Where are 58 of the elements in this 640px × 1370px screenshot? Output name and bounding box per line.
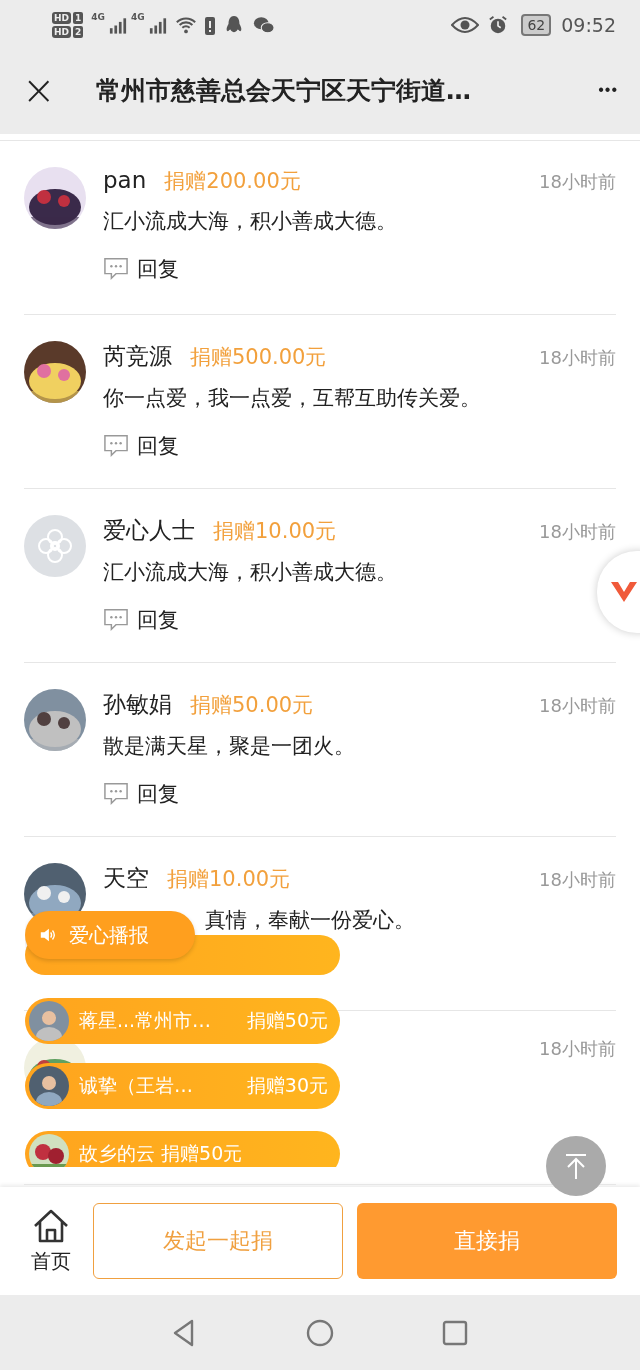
- donor-name: pan: [103, 167, 147, 193]
- broadcast-title: 爱心播报: [69, 921, 149, 949]
- signal-icon: [148, 16, 167, 34]
- comment-icon: [103, 608, 129, 632]
- comment-icon: [103, 782, 129, 806]
- reply-button[interactable]: 回复: [137, 780, 179, 808]
- chat-bubbles-icon: [252, 15, 275, 35]
- speaker-icon: [39, 926, 57, 944]
- back-to-top-button[interactable]: [546, 1136, 606, 1196]
- sim-slot: 2: [73, 26, 84, 38]
- network-type: 4G: [130, 12, 145, 22]
- donation-message: 汇小流成大海，积小善成大德。: [103, 559, 398, 586]
- donation-message: 汇小流成大海，积小善成大德。: [103, 208, 398, 235]
- donation-amount: 捐赠200.00元: [164, 168, 302, 195]
- comment-icon: [103, 434, 129, 458]
- page-title: 常州市慈善总会天宁区天宁街道…: [96, 74, 472, 107]
- home-circle-icon[interactable]: [305, 1317, 335, 1348]
- network-type: 4G: [91, 12, 105, 22]
- clock: 09:52: [561, 14, 616, 36]
- donation-amount: 捐赠10.00元: [213, 518, 338, 545]
- timestamp: 18小时前: [539, 1037, 616, 1061]
- donor-name: 芮竞源: [103, 342, 172, 371]
- broadcast-donor: 诚挚（王岩…: [79, 1073, 194, 1098]
- donation-amount: 捐赠50.00元: [190, 692, 315, 719]
- donation-amount: 捐赠500.00元: [190, 344, 328, 371]
- donor-name: 爱心人士: [103, 516, 195, 545]
- donor-name: 天空: [103, 864, 149, 893]
- timestamp: 18小时前: [539, 520, 616, 544]
- broadcast-amount: 捐赠50元: [246, 1008, 328, 1033]
- donation-message: 散是满天星，聚是一团火。: [103, 733, 356, 760]
- donation-amount: 捐赠10.00元: [167, 866, 292, 893]
- eye-icon: [451, 15, 480, 35]
- battery-alert-icon: [204, 15, 215, 35]
- timestamp: 18小时前: [539, 346, 616, 370]
- donation-message: 真情，奉献一份爱心。: [204, 907, 416, 934]
- home-tab[interactable]: 首页: [23, 1207, 79, 1275]
- wifi-icon: [174, 15, 197, 35]
- timestamp: 18小时前: [539, 868, 616, 892]
- broadcast-text: 故乡的云 捐赠50元: [79, 1141, 244, 1166]
- reply-button[interactable]: 回复: [137, 432, 179, 460]
- donation-message: 你一点爱，我一点爱，互帮互助传关爱。: [103, 385, 482, 412]
- donor-name: 孙敏娟: [103, 690, 172, 719]
- signal-icon: [108, 16, 127, 34]
- close-button[interactable]: ×: [22, 70, 52, 110]
- sim-badge: HD: [52, 12, 71, 24]
- comment-icon: [103, 257, 129, 281]
- default-avatar-icon: [24, 515, 86, 577]
- v-logo-icon: [609, 580, 639, 604]
- more-button[interactable]: •••: [598, 81, 618, 99]
- sim-slot: 1: [73, 12, 84, 24]
- broadcast-amount: 捐赠30元: [246, 1073, 328, 1098]
- timestamp: 18小时前: [539, 170, 616, 194]
- reply-button[interactable]: 回复: [137, 606, 179, 634]
- timestamp: 18小时前: [539, 694, 616, 718]
- sim-badge: HD: [52, 26, 71, 38]
- battery-level: 62: [527, 17, 546, 33]
- reply-button[interactable]: 回复: [137, 255, 179, 283]
- broadcast-donor: 蒋星...常州市…: [79, 1008, 213, 1033]
